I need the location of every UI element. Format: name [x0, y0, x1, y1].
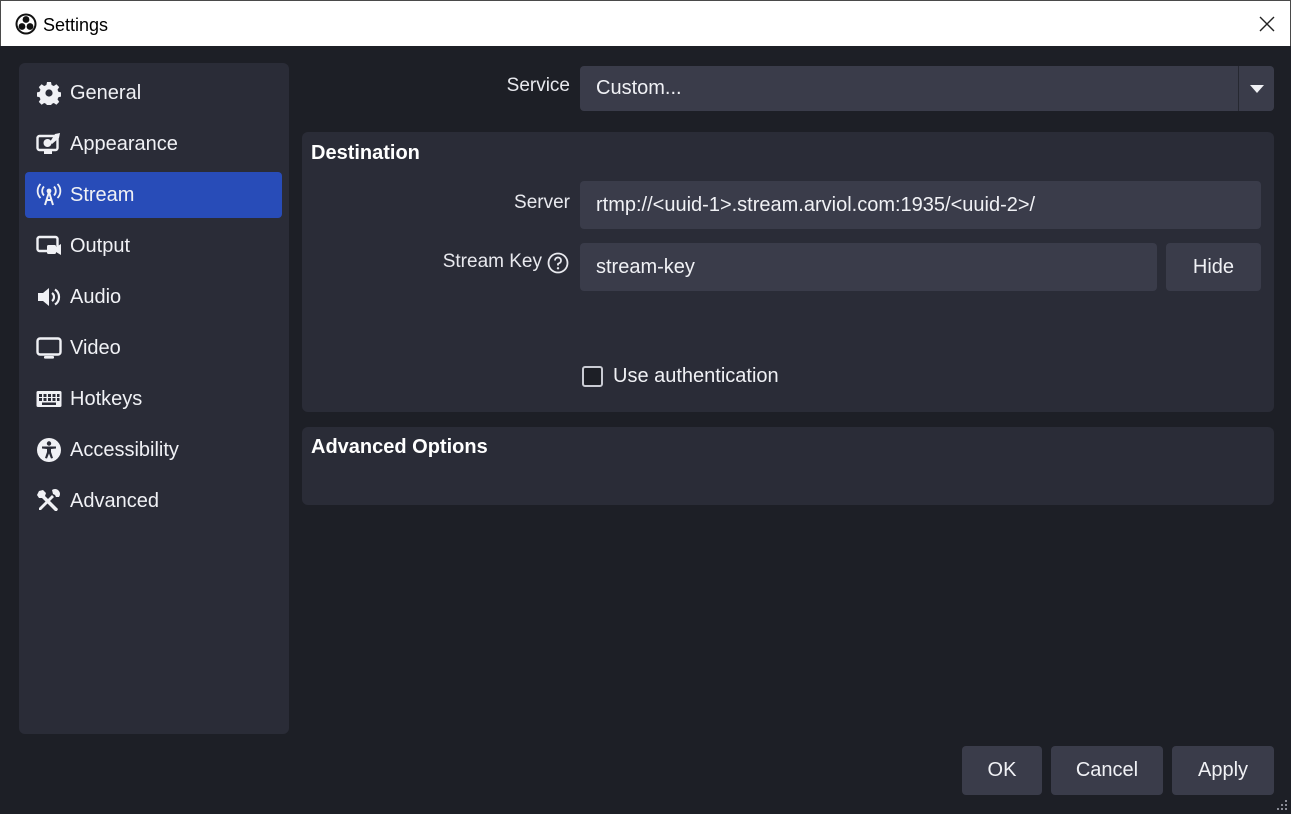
sidebar-item-label: Appearance — [70, 132, 178, 155]
service-label: Service — [506, 75, 570, 96]
sidebar-item-appearance[interactable]: Appearance — [25, 121, 282, 167]
close-icon — [1259, 16, 1275, 32]
stream-key-input[interactable]: stream-key — [580, 243, 1157, 291]
chevron-down-icon — [1249, 84, 1264, 93]
accessibility-icon — [36, 437, 62, 463]
use-auth-label: Use authentication — [613, 365, 779, 387]
advanced-options-title: Advanced Options — [311, 436, 488, 458]
resize-grip-icon[interactable] — [1276, 799, 1288, 811]
tools-icon — [36, 488, 62, 514]
speaker-icon — [36, 284, 62, 310]
service-dropdown[interactable]: Custom... — [580, 66, 1274, 111]
stream-key-value: stream-key — [596, 255, 695, 278]
sidebar-item-output[interactable]: Output — [25, 223, 282, 269]
gear-icon — [36, 80, 62, 106]
sidebar-item-label: Stream — [70, 183, 135, 206]
sidebar-item-hotkeys[interactable]: Hotkeys — [25, 376, 282, 422]
keyboard-icon — [36, 386, 62, 412]
sidebar-item-label: Advanced — [70, 489, 159, 512]
close-button[interactable] — [1244, 1, 1290, 47]
antenna-icon — [36, 182, 62, 208]
apply-button[interactable]: Apply — [1172, 746, 1274, 795]
hide-button[interactable]: Hide — [1166, 243, 1261, 291]
monitor-icon — [36, 335, 62, 361]
sidebar-item-label: General — [70, 81, 142, 104]
server-value: rtmp://<uuid-1>.stream.arviol.com:1935/<… — [596, 193, 1036, 216]
stream-key-label: Stream Key — [442, 251, 542, 272]
sidebar-item-accessibility[interactable]: Accessibility — [25, 427, 282, 473]
sidebar-item-video[interactable]: Video — [25, 325, 282, 371]
cancel-button[interactable]: Cancel — [1051, 746, 1163, 795]
sidebar-item-audio[interactable]: Audio — [25, 274, 282, 320]
sidebar: General Appearance Stream Output Audio V… — [19, 63, 289, 734]
advanced-options-group: Advanced Options — [302, 427, 1274, 505]
sidebar-item-general[interactable]: General — [25, 70, 282, 116]
sidebar-item-label: Accessibility — [70, 438, 179, 461]
title-bar: Settings — [0, 0, 1291, 46]
sidebar-item-label: Video — [70, 336, 121, 359]
settings-body: General Appearance Stream Output Audio V… — [0, 46, 1291, 814]
ok-button[interactable]: OK — [962, 746, 1042, 795]
appearance-icon — [36, 131, 62, 157]
use-auth-checkbox[interactable] — [582, 366, 603, 387]
window-title: Settings — [43, 15, 109, 35]
destination-title: Destination — [311, 142, 420, 164]
sidebar-item-label: Hotkeys — [70, 387, 143, 410]
dropdown-button[interactable] — [1238, 66, 1274, 111]
server-input[interactable]: rtmp://<uuid-1>.stream.arviol.com:1935/<… — [580, 181, 1261, 229]
sidebar-item-label: Audio — [70, 285, 122, 308]
sidebar-item-stream[interactable]: Stream — [25, 172, 282, 218]
obs-logo-icon — [15, 13, 37, 35]
help-icon[interactable] — [547, 252, 569, 274]
output-icon — [36, 233, 62, 259]
service-value: Custom... — [596, 77, 682, 99]
server-label: Server — [514, 192, 570, 213]
sidebar-item-label: Output — [70, 234, 131, 257]
sidebar-item-advanced[interactable]: Advanced — [25, 478, 282, 524]
